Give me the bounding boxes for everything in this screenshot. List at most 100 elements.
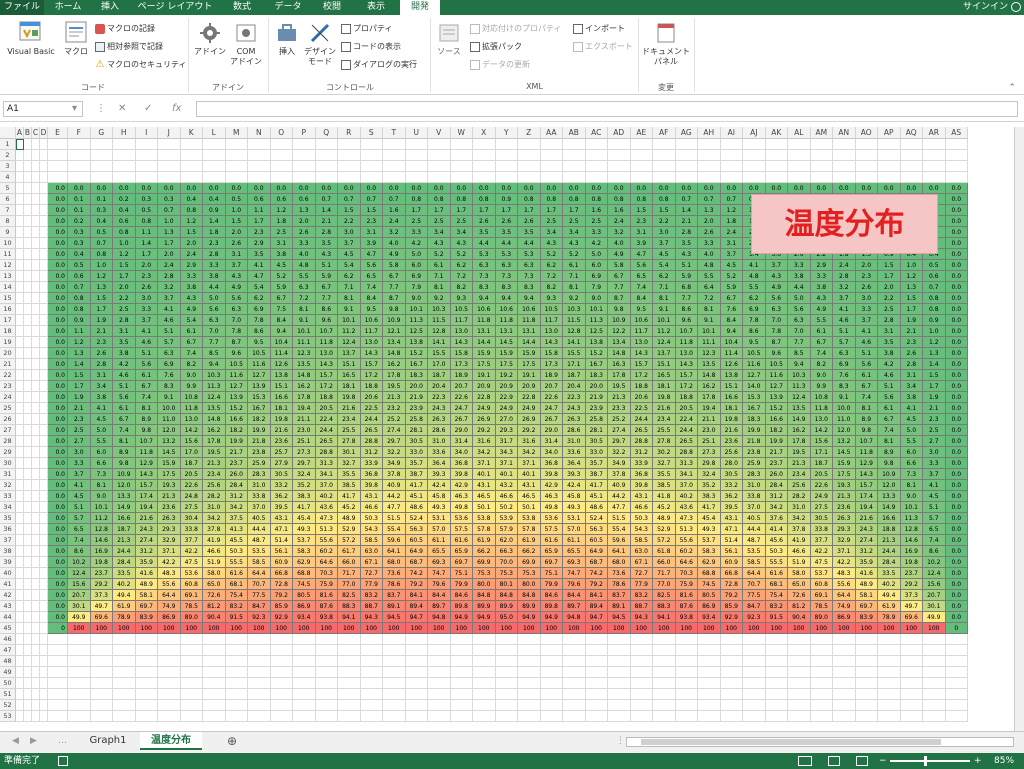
temperature-cell[interactable]: 0.0 — [48, 480, 68, 491]
temperature-cell[interactable]: 11.3 — [585, 315, 608, 326]
temperature-cell[interactable]: 0.0 — [945, 348, 968, 359]
temperature-cell[interactable]: 13.5 — [788, 403, 811, 414]
temperature-cell[interactable]: 84.8 — [495, 590, 518, 601]
temperature-cell[interactable]: 16.7 — [585, 359, 608, 370]
temperature-cell[interactable]: 7.3 — [518, 271, 541, 282]
temperature-cell[interactable]: 74.5 — [698, 579, 721, 590]
temperature-cell[interactable]: 87.6 — [675, 601, 698, 612]
temperature-cell[interactable]: 83.7 — [383, 590, 406, 601]
temperature-cell[interactable]: 0.8 — [608, 194, 631, 205]
temperature-cell[interactable]: 5.2 — [720, 271, 743, 282]
temperature-cell[interactable]: 6.1 — [180, 326, 203, 337]
temperature-cell[interactable]: 15.6 — [923, 579, 946, 590]
temperature-cell[interactable]: 4.3 — [180, 293, 203, 304]
temperature-cell[interactable]: 0.8 — [923, 293, 946, 304]
temperature-cell[interactable]: 52.4 — [405, 513, 428, 524]
temperature-cell[interactable]: 6.1 — [855, 370, 878, 381]
temperature-cell[interactable]: 14.8 — [608, 348, 631, 359]
temperature-cell[interactable]: 2.0 — [878, 282, 901, 293]
temperature-cell[interactable]: 7.8 — [225, 326, 248, 337]
temperature-cell[interactable]: 0.0 — [48, 370, 68, 381]
temperature-cell[interactable]: 0.0 — [945, 326, 968, 337]
temperature-cell[interactable]: 12.2 — [608, 326, 631, 337]
temperature-cell[interactable]: 49.9 — [923, 612, 946, 623]
temperature-cell[interactable]: 3.3 — [203, 260, 226, 271]
temperature-cell[interactable]: 16.2 — [203, 425, 226, 436]
temperature-cell[interactable]: 41.8 — [653, 491, 676, 502]
temperature-cell[interactable]: 61.9 — [473, 535, 496, 546]
temperature-cell[interactable]: 37.0 — [743, 502, 766, 513]
row-header[interactable]: 2 — [0, 150, 16, 161]
temperature-cell[interactable]: 60.8 — [180, 579, 203, 590]
temperature-cell[interactable]: 2.3 — [923, 414, 946, 425]
temperature-cell[interactable]: 0.5 — [225, 194, 248, 205]
temperature-cell[interactable]: 23.6 — [833, 502, 856, 513]
temperature-cell[interactable]: 39.3 — [563, 469, 586, 480]
temperature-cell[interactable]: 2.2 — [338, 216, 361, 227]
temperature-cell[interactable]: 18.8 — [630, 381, 653, 392]
temperature-cell[interactable]: 0.0 — [945, 579, 968, 590]
temperature-cell[interactable]: 1.7 — [428, 205, 451, 216]
row-header[interactable]: 37 — [0, 535, 16, 546]
temperature-cell[interactable]: 1.0 — [225, 205, 248, 216]
temperature-cell[interactable]: 57.2 — [653, 535, 676, 546]
temperature-cell[interactable]: 40.1 — [473, 469, 496, 480]
temperature-cell[interactable]: 0.0 — [653, 183, 676, 194]
temperature-cell[interactable]: 86.9 — [698, 601, 721, 612]
temperature-cell[interactable]: 34.1 — [675, 469, 698, 480]
temperature-cell[interactable]: 26.5 — [315, 436, 338, 447]
temperature-cell[interactable]: 31.0 — [788, 502, 811, 513]
temperature-cell[interactable]: 100 — [563, 623, 586, 634]
temperature-cell[interactable]: 30.1 — [338, 447, 361, 458]
temperature-cell[interactable]: 86.9 — [833, 612, 856, 623]
zoom-slider-thumb[interactable] — [924, 756, 927, 766]
temperature-cell[interactable]: 0.8 — [473, 194, 496, 205]
temperature-cell[interactable]: 20.0 — [585, 381, 608, 392]
temperature-cell[interactable]: 23.7 — [765, 458, 788, 469]
temperature-cell[interactable]: 3.1 — [630, 227, 653, 238]
temperature-cell[interactable]: 0.0 — [203, 183, 226, 194]
temperature-cell[interactable]: 5.0 — [585, 249, 608, 260]
temperature-cell[interactable]: 29.3 — [495, 425, 518, 436]
com-addins-button[interactable]: COM アドイン — [229, 21, 263, 67]
temperature-cell[interactable]: 31.7 — [495, 436, 518, 447]
temperature-cell[interactable]: 57.9 — [495, 524, 518, 535]
temperature-cell[interactable]: 8.1 — [135, 403, 158, 414]
temperature-cell[interactable]: 87.6 — [315, 601, 338, 612]
temperature-cell[interactable]: 12.9 — [855, 458, 878, 469]
temperature-cell[interactable]: 0.0 — [48, 491, 68, 502]
temperature-cell[interactable]: 6.2 — [540, 260, 563, 271]
temperature-cell[interactable]: 16.6 — [225, 414, 248, 425]
temperature-cell[interactable]: 11.8 — [315, 337, 338, 348]
temperature-cell[interactable]: 22.4 — [315, 414, 338, 425]
temperature-cell[interactable]: 14.1 — [428, 337, 451, 348]
temperature-cell[interactable]: 38.3 — [293, 491, 316, 502]
row-header[interactable]: 32 — [0, 480, 16, 491]
temperature-cell[interactable]: 5.1 — [315, 260, 338, 271]
temperature-cell[interactable]: 19.8 — [338, 392, 361, 403]
temperature-cell[interactable]: 30.5 — [405, 436, 428, 447]
temperature-cell[interactable]: 0.0 — [48, 425, 68, 436]
temperature-cell[interactable]: 2.0 — [698, 216, 721, 227]
temperature-cell[interactable]: 5.9 — [270, 282, 293, 293]
temperature-cell[interactable]: 28.4 — [878, 557, 901, 568]
temperature-cell[interactable]: 19.1 — [518, 370, 541, 381]
temperature-cell[interactable]: 17.5 — [158, 469, 181, 480]
temperature-cell[interactable]: 4.6 — [855, 337, 878, 348]
temperature-cell[interactable]: 3.3 — [405, 227, 428, 238]
temperature-cell[interactable]: 6.1 — [428, 260, 451, 271]
temperature-cell[interactable]: 61.8 — [653, 546, 676, 557]
temperature-cell[interactable]: 44.4 — [248, 524, 271, 535]
visual-basic-button[interactable]: Visual Basic — [2, 19, 60, 57]
temperature-cell[interactable]: 14.6 — [900, 535, 923, 546]
column-header[interactable]: C — [32, 127, 40, 139]
temperature-cell[interactable]: 7.9 — [585, 282, 608, 293]
temperature-cell[interactable]: 5.9 — [720, 282, 743, 293]
temperature-cell[interactable]: 5.6 — [878, 392, 901, 403]
temperature-cell[interactable]: 37.7 — [180, 535, 203, 546]
temperature-cell[interactable]: 62.0 — [495, 535, 518, 546]
temperature-cell[interactable]: 3.0 — [653, 227, 676, 238]
overlay-title-textbox[interactable]: 温度分布 — [751, 194, 938, 254]
temperature-cell[interactable]: 13.7 — [653, 348, 676, 359]
temperature-cell[interactable]: 9.8 — [135, 425, 158, 436]
